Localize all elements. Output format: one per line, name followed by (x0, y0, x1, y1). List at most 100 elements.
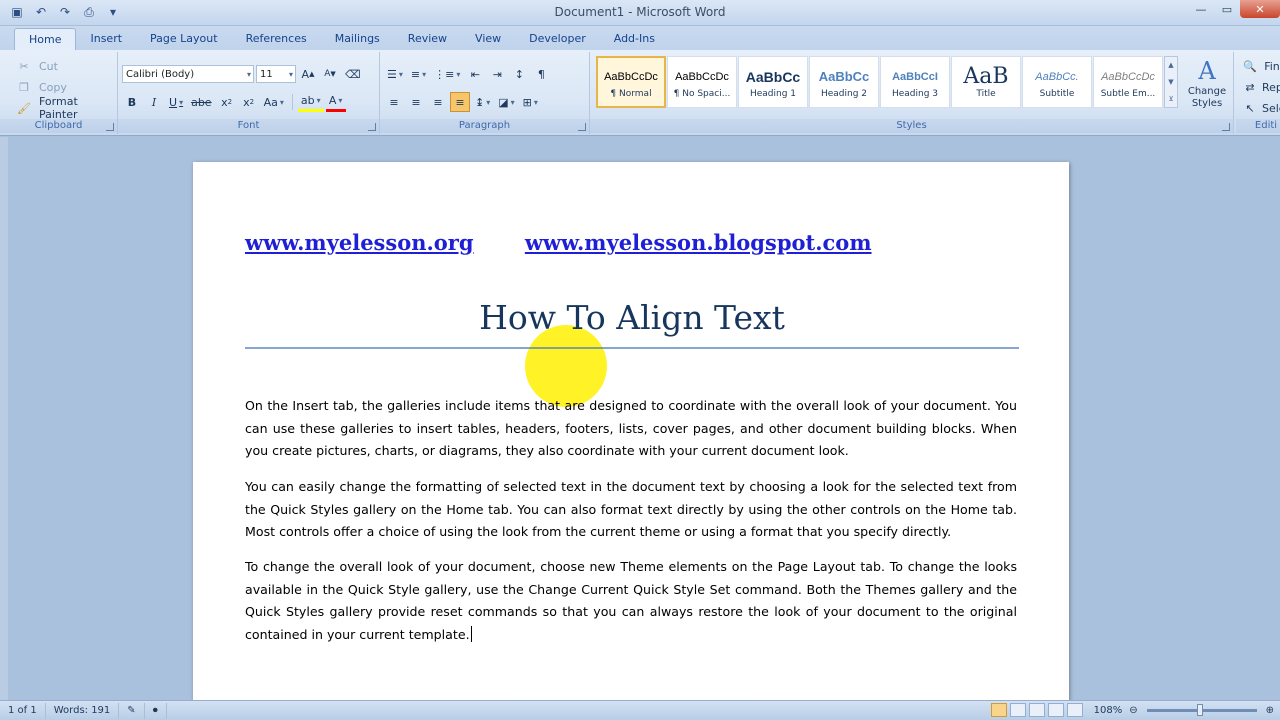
justify-icon[interactable]: ≡ (450, 92, 470, 112)
replace-icon[interactable]: ⇄ (1240, 77, 1260, 97)
copy-button[interactable]: Copy (36, 77, 70, 97)
styles-group-label: Styles (590, 119, 1233, 133)
style-no-spacing[interactable]: AaBbCcDc ¶ No Spaci... (667, 56, 737, 108)
font-color-icon[interactable]: A (325, 92, 346, 112)
style-subtitle[interactable]: AaBbCc. Subtitle (1022, 56, 1092, 108)
proofing-icon[interactable]: ✎ (119, 702, 145, 719)
bold-icon[interactable]: B (122, 92, 142, 112)
link-myelesson-org[interactable]: www.myelesson.org (245, 230, 474, 255)
change-case-icon[interactable]: Aa (261, 92, 287, 112)
tab-developer[interactable]: Developer (515, 28, 600, 50)
format-painter-button[interactable]: Format Painter (36, 95, 117, 121)
paragraph-2[interactable]: You can easily change the formatting of … (245, 476, 1017, 544)
clipboard-group: ✂ Cut ❐ Copy 🖌 Format Painter Clipboard (0, 52, 118, 134)
print-layout-view-icon[interactable] (990, 703, 1007, 717)
scroll-down-icon[interactable]: ▼ (1165, 74, 1177, 91)
style-heading-2[interactable]: AaBbCc Heading 2 (809, 56, 879, 108)
subscript-icon[interactable]: x2 (217, 92, 237, 112)
find-icon[interactable]: 🔍 (1240, 56, 1260, 76)
change-styles-button[interactable]: A Change Styles (1184, 56, 1230, 110)
align-left-icon[interactable]: ≡ (384, 92, 404, 112)
decrease-indent-icon[interactable]: ⇤ (465, 64, 485, 84)
tab-home[interactable]: Home (14, 28, 77, 50)
page-indicator[interactable]: 1 of 1 (0, 702, 46, 719)
maximize-button[interactable]: ▭ (1214, 0, 1240, 18)
zoom-in-icon[interactable]: ⊕ (1266, 705, 1274, 716)
find-button[interactable]: Fin (1262, 56, 1280, 76)
word-count[interactable]: Words: 191 (46, 702, 120, 719)
bullets-icon[interactable]: ☰ (384, 64, 406, 84)
ribbon: ✂ Cut ❐ Copy 🖌 Format Painter Clipboard … (0, 50, 1280, 136)
style-heading-1[interactable]: AaBbCc Heading 1 (738, 56, 808, 108)
zoom-level[interactable]: 108% (1094, 705, 1123, 716)
paragraph-dialog-launcher[interactable] (578, 123, 586, 131)
select-icon[interactable]: ↖ (1240, 98, 1260, 118)
style-normal[interactable]: AaBbCcDc ¶ Normal (596, 56, 666, 108)
cut-button[interactable]: Cut (36, 56, 61, 76)
web-layout-view-icon[interactable] (1028, 703, 1045, 717)
close-button[interactable]: ✕ (1240, 0, 1280, 18)
font-name-combo[interactable]: Calibri (Body) (122, 65, 254, 83)
increase-indent-icon[interactable]: ⇥ (487, 64, 507, 84)
ribbon-tabs: Home Insert Page Layout References Maili… (0, 26, 1280, 50)
link-myelesson-blogspot[interactable]: www.myelesson.blogspot.com (525, 230, 872, 255)
draft-view-icon[interactable] (1066, 703, 1083, 717)
multilevel-list-icon[interactable]: ⋮≡ (431, 64, 463, 84)
style-title[interactable]: AaB Title (951, 56, 1021, 108)
font-size-combo[interactable]: 11 (256, 65, 296, 83)
style-sample: AaBbCcI (892, 71, 938, 83)
document-heading[interactable]: How To Align Text (245, 298, 1019, 337)
tab-references[interactable]: References (232, 28, 321, 50)
cut-icon[interactable]: ✂ (14, 56, 34, 76)
style-heading-3[interactable]: AaBbCcI Heading 3 (880, 56, 950, 108)
zoom-slider[interactable] (1146, 703, 1257, 716)
borders-icon[interactable]: ⊞ (520, 92, 541, 112)
replace-button[interactable]: Rep (1262, 77, 1280, 97)
tab-add-ins[interactable]: Add-Ins (600, 28, 669, 50)
underline-icon[interactable]: U (166, 92, 186, 112)
grow-font-icon[interactable]: A ▲ (298, 64, 318, 84)
sort-icon[interactable]: ↕ (509, 64, 529, 84)
show-formatting-marks-icon[interactable]: ¶ (531, 64, 551, 84)
styles-dialog-launcher[interactable] (1222, 123, 1230, 131)
align-center-icon[interactable]: ≡ (406, 92, 426, 112)
document-page[interactable]: www.myelesson.org www.myelesson.blogspot… (193, 162, 1069, 702)
document-area[interactable]: www.myelesson.org www.myelesson.blogspot… (0, 137, 1280, 702)
tab-insert[interactable]: Insert (76, 28, 136, 50)
clear-formatting-icon[interactable]: ⌫ (342, 64, 364, 84)
tab-view[interactable]: View (461, 28, 515, 50)
style-name: Heading 3 (891, 89, 939, 99)
full-screen-reading-view-icon[interactable] (1009, 703, 1026, 717)
clipboard-dialog-launcher[interactable] (106, 123, 114, 131)
zoom-slider-thumb[interactable] (1196, 703, 1203, 716)
line-spacing-icon[interactable]: ↨ (472, 92, 493, 112)
tab-page-layout[interactable]: Page Layout (136, 28, 232, 50)
styles-gallery-scroll[interactable]: ▲ ▼ ⊻ (1164, 56, 1178, 108)
strikethrough-icon[interactable]: abe (188, 92, 215, 112)
font-dialog-launcher[interactable] (368, 123, 376, 131)
editing-group-label: Editi (1236, 119, 1280, 133)
highlight-color-icon[interactable]: ab (297, 92, 324, 112)
tab-review[interactable]: Review (394, 28, 461, 50)
scroll-up-icon[interactable]: ▲ (1165, 57, 1177, 74)
more-styles-icon[interactable]: ⊻ (1165, 90, 1177, 107)
shrink-font-icon[interactable]: A ▼ (320, 64, 340, 84)
minimize-button[interactable]: — (1188, 0, 1214, 18)
zoom-out-icon[interactable]: ⊖ (1129, 705, 1137, 716)
select-button[interactable]: Sele (1262, 98, 1280, 118)
italic-icon[interactable]: I (144, 92, 164, 112)
paragraph-3[interactable]: To change the overall look of your docum… (245, 556, 1017, 646)
macro-record-icon[interactable]: ⏺ (145, 702, 167, 719)
outline-view-icon[interactable] (1047, 703, 1064, 717)
style-subtle-emphasis[interactable]: AaBbCcDc Subtle Em... (1093, 56, 1163, 108)
copy-icon[interactable]: ❐ (14, 77, 34, 97)
superscript-icon[interactable]: x2 (239, 92, 259, 112)
format-painter-icon[interactable]: 🖌 (14, 98, 34, 118)
style-sample: AaBbCc (818, 69, 870, 84)
align-right-icon[interactable]: ≡ (428, 92, 448, 112)
tab-mailings[interactable]: Mailings (321, 28, 394, 50)
window-controls: — ▭ ✕ (1188, 0, 1280, 18)
paragraph-1[interactable]: On the Insert tab, the galleries include… (245, 395, 1017, 463)
numbering-icon[interactable]: ≡ (408, 64, 429, 84)
shading-icon[interactable]: ◪ (495, 92, 517, 112)
